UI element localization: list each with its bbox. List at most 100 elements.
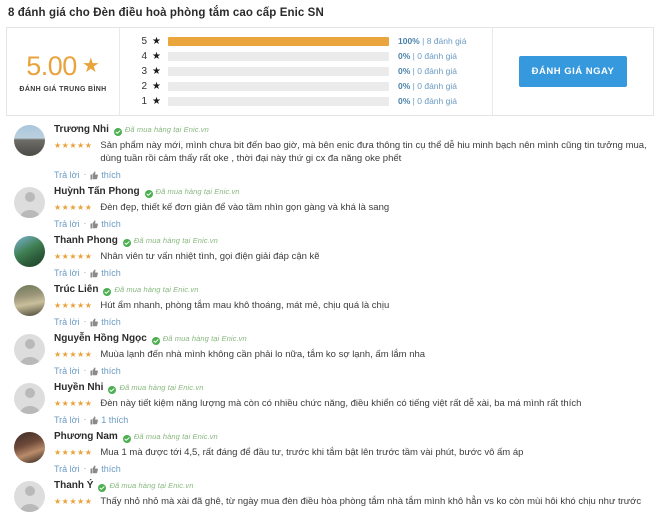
like-label: thích xyxy=(101,170,121,180)
avatar xyxy=(14,481,45,512)
rating-bar-meta: 0% | 0 đánh giá xyxy=(398,66,482,77)
reply-link[interactable]: Trả lời xyxy=(54,365,80,377)
rating-bar-separator: | xyxy=(412,81,415,92)
rating-bar-track xyxy=(167,36,389,46)
reply-link[interactable]: Trả lời xyxy=(54,218,80,230)
action-separator: · xyxy=(83,219,87,228)
reply-link[interactable]: Trả lời xyxy=(54,463,80,475)
rating-bar-row[interactable]: 1 ★ 0% | 0 đánh giá xyxy=(138,96,482,108)
verified-purchase-badge: Đã mua hàng tại Enic.vn xyxy=(144,186,240,198)
verified-purchase-badge: Đã mua hàng tại Enic.vn xyxy=(103,284,198,296)
review-cta-block: ĐÁNH GIÁ NGAY xyxy=(493,28,653,115)
thumbs-up-icon xyxy=(90,416,99,425)
reviewer-name: Trương Nhi xyxy=(54,124,109,135)
like-label: thích xyxy=(101,219,121,229)
verified-purchase-badge: Đã mua hàng tại Enic.vn xyxy=(113,124,209,136)
thumbs-up-icon xyxy=(90,220,99,229)
verified-purchase-text: Đã mua hàng tại Enic.vn xyxy=(162,334,247,343)
rating-bar-meta: 0% | 0 đánh giá xyxy=(398,51,482,62)
verified-purchase-badge: Đã mua hàng tại Enic.vn xyxy=(98,480,193,492)
rating-bar-row[interactable]: 2 ★ 0% | 0 đánh giá xyxy=(138,81,482,93)
rating-bar-percent: 0% xyxy=(398,96,411,107)
review-item: Thanh Phong Đã mua hàng tại Enic.vn ★★★★… xyxy=(6,232,654,281)
action-separator: · xyxy=(83,415,87,424)
reviewer-name: Phương Nam xyxy=(54,431,118,442)
reply-link[interactable]: Trả lời xyxy=(54,267,80,279)
like-button[interactable]: 1 thích xyxy=(90,414,128,426)
star-icon: ★ xyxy=(152,66,161,77)
reply-link[interactable]: Trả lời xyxy=(54,169,80,181)
action-separator: · xyxy=(83,366,87,375)
rating-bar-separator: | xyxy=(412,96,415,107)
avatar xyxy=(14,236,45,267)
avatar xyxy=(14,432,45,463)
check-circle-icon xyxy=(151,335,160,345)
review-actions: Trả lời · thích xyxy=(54,218,650,230)
check-circle-icon xyxy=(113,126,122,136)
review-stars: ★★★★★ xyxy=(54,448,93,457)
review-actions: Trả lời · thích xyxy=(54,169,650,181)
avatar xyxy=(14,285,45,316)
action-separator: · xyxy=(83,170,87,179)
review-actions: Trả lời · thích xyxy=(54,316,650,328)
review-item: Phương Nam Đã mua hàng tại Enic.vn ★★★★★… xyxy=(6,428,654,477)
verified-purchase-badge: Đã mua hàng tại Enic.vn xyxy=(122,431,218,443)
rating-bar-track xyxy=(167,67,389,76)
rating-bar-count: 0 đánh giá xyxy=(417,81,457,92)
rating-bar-row[interactable]: 5 ★ 100% | 8 đánh giá xyxy=(138,35,482,47)
review-stars: ★★★★★ xyxy=(54,399,93,408)
rating-bar-track xyxy=(167,82,389,92)
like-label: thích xyxy=(101,317,121,327)
review-item: Nguyễn Hồng Ngọc Đã mua hàng tại Enic.vn… xyxy=(6,330,654,379)
like-button[interactable]: thích xyxy=(90,463,121,475)
rating-distribution: 5 ★ 100% | 8 đánh giá 4 ★ 0% | 0 đánh gi… xyxy=(120,28,493,115)
action-separator: · xyxy=(83,268,87,277)
review-text: Thấy nhỏ nhỏ mà xài đã ghê, từ ngày mua … xyxy=(100,496,642,507)
verified-purchase-text: Đã mua hàng tại Enic.vn xyxy=(119,383,204,392)
rating-bar-row[interactable]: 4 ★ 0% | 0 đánh giá xyxy=(138,50,482,62)
rating-bar-count: 0 đánh giá xyxy=(417,66,457,76)
rating-bar-separator: | xyxy=(412,66,415,76)
like-button[interactable]: thích xyxy=(90,218,121,230)
review-page: 8 đánh giá cho Đèn điều hoà phòng tắm ca… xyxy=(0,0,660,523)
verified-purchase-text: Đã mua hàng tại Enic.vn xyxy=(109,481,194,490)
write-review-button[interactable]: ĐÁNH GIÁ NGAY xyxy=(518,56,628,87)
avatar xyxy=(14,334,45,365)
star-icon: ★ xyxy=(81,55,100,77)
reviewer-name: Nguyễn Hồng Ngọc xyxy=(54,333,147,344)
avatar xyxy=(14,187,45,218)
reply-link[interactable]: Trả lời xyxy=(54,316,80,328)
like-button[interactable]: thích xyxy=(90,365,121,377)
rating-bar-stars: 1 xyxy=(141,96,147,108)
review-actions: Trả lời · thích xyxy=(54,463,650,475)
star-icon: ★ xyxy=(152,81,161,93)
rating-bar-row[interactable]: 3 ★ 0% | 0 đánh giá xyxy=(138,65,482,77)
review-item: Huyền Nhi Đã mua hàng tại Enic.vn ★★★★★ … xyxy=(6,379,654,428)
like-button[interactable]: thích xyxy=(90,267,121,279)
check-circle-icon xyxy=(144,188,153,198)
thumbs-up-icon xyxy=(90,171,99,180)
rating-bar-fill xyxy=(167,36,389,46)
like-label: thích xyxy=(101,268,121,278)
rating-bar-track xyxy=(167,97,389,107)
review-actions: Trả lời · thích xyxy=(54,365,650,377)
review-stars: ★★★★★ xyxy=(54,203,93,212)
like-button[interactable]: thích xyxy=(90,316,121,328)
rating-bar-percent: 100% xyxy=(398,35,420,46)
like-button[interactable]: thích xyxy=(90,169,121,181)
reviewer-name: Huyền Nhi xyxy=(54,382,104,393)
average-rating-value: 5.00 xyxy=(26,51,77,81)
review-text: Đèn này tiết kiệm năng lượng mà còn có n… xyxy=(100,398,582,409)
action-separator: · xyxy=(83,317,87,326)
star-icon: ★ xyxy=(152,96,161,108)
action-separator: · xyxy=(83,464,87,473)
review-stars: ★★★★★ xyxy=(54,141,93,150)
check-circle-icon xyxy=(103,286,112,296)
review-text: Sản phẩm này mới, mình chưa bit đến bao … xyxy=(100,140,647,164)
review-stars: ★★★★★ xyxy=(54,350,93,359)
rating-bar-stars: 3 xyxy=(141,66,147,77)
reply-link[interactable]: Trả lời xyxy=(54,414,80,426)
rating-bar-meta: 0% | 0 đánh giá xyxy=(398,81,482,92)
review-actions: Trả lời · 1 thích xyxy=(54,414,650,426)
review-text: Đèn đẹp, thiết kế đơn giản để vào tầm nh… xyxy=(100,202,390,213)
